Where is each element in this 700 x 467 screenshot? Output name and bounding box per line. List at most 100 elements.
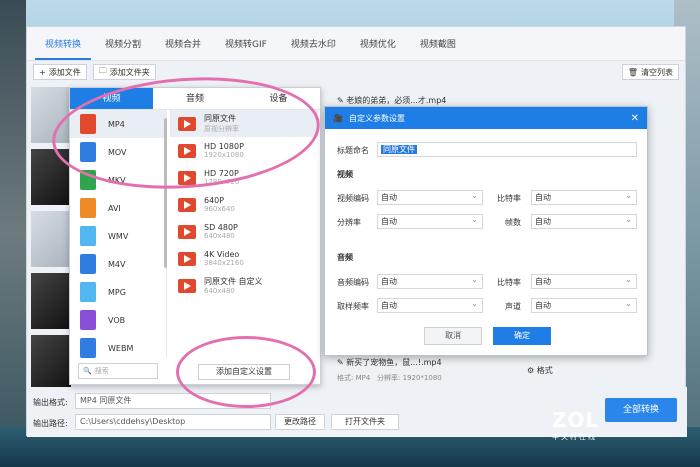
file-meta-2: 格式: MP4 分辨率: 1920*1080 <box>337 374 442 382</box>
plus-icon: + <box>39 67 46 77</box>
format-category-avi[interactable]: AVI <box>70 194 166 222</box>
output-format-label: 输出格式: <box>33 398 68 407</box>
edit-icon[interactable]: ✎ <box>337 96 346 105</box>
format-category-wmv[interactable]: WMV <box>70 222 166 250</box>
format-category-label: VOB <box>108 315 126 325</box>
name-label: 标题命名 <box>337 146 369 155</box>
clear-list-label: 清空列表 <box>641 67 673 77</box>
format-category-label: M4V <box>108 259 126 269</box>
format-category-vob[interactable]: VOB <box>70 306 166 334</box>
audio-codec-label: 音频编码 <box>337 278 369 287</box>
file-format-icon <box>80 198 96 218</box>
channel-label: 声道 <box>505 302 521 311</box>
clear-list-button[interactable]: 🗑 清空列表 <box>621 64 679 80</box>
add-file-button[interactable]: + 添加文件 <box>33 64 87 80</box>
video-codec-select[interactable]: 自动 <box>377 189 483 205</box>
format-settings-button[interactable]: ⚙ 格式 <box>527 365 553 376</box>
preset-item[interactable]: SD 480P 640x480 <box>170 218 318 245</box>
dialog-title: 自定义参数设置 <box>348 113 405 123</box>
preset-item[interactable]: 640P 960x640 <box>170 191 318 218</box>
video-file-icon <box>178 278 196 293</box>
file-format-icon <box>80 254 96 274</box>
audio-bitrate-select[interactable]: 自动 <box>531 273 637 289</box>
name-input[interactable]: 同原文件 <box>377 142 637 157</box>
custom-params-dialog: 🎥 自定义参数设置 ✕ 标题命名 同原文件 视频 视频编码 自动 比特率 自动 … <box>324 106 648 356</box>
format-category-m4v[interactable]: M4V <box>70 250 166 278</box>
preset-desc: 640x480 <box>204 287 235 295</box>
channel-select[interactable]: 自动 <box>531 297 637 313</box>
tab-video-optimize[interactable]: 视频优化 <box>350 37 406 60</box>
toolbar: + 添加文件 🗀 添加文件夹 🗑 清空列表 <box>27 61 685 83</box>
search-placeholder: 搜索 <box>94 367 109 375</box>
tab-video-split[interactable]: 视频分割 <box>95 37 151 60</box>
add-file-label: 添加文件 <box>48 67 81 77</box>
video-camera-icon: 🎥 <box>333 113 343 123</box>
search-icon: 🔍 <box>83 367 92 375</box>
convert-all-button[interactable]: 全部转换 <box>605 398 677 422</box>
preset-item[interactable]: 4K Video 3840x2160 <box>170 245 318 272</box>
sample-rate-select[interactable]: 自动 <box>377 297 483 313</box>
cancel-button[interactable]: 取消 <box>424 327 482 345</box>
sample-rate-label: 取样频率 <box>337 302 369 311</box>
video-file-icon <box>178 224 196 239</box>
open-folder-button[interactable]: 打开文件夹 <box>331 414 399 430</box>
add-folder-label: 添加文件夹 <box>109 67 150 77</box>
resolution-label: 分辨率 <box>337 218 361 227</box>
add-folder-button[interactable]: 🗀 添加文件夹 <box>92 64 156 80</box>
gear-icon: ⚙ <box>527 366 537 375</box>
watermark-brand: ZOL <box>552 408 600 432</box>
change-path-button[interactable]: 更改路径 <box>275 414 325 430</box>
edit-icon[interactable]: ✎ <box>337 358 346 367</box>
output-path-field[interactable]: C:\Users\cddehsy\Desktop <box>75 414 271 430</box>
watermark-sub: 中关村在线 <box>552 433 597 441</box>
preset-item[interactable]: 同原文件 自定义 640x480 <box>170 272 318 299</box>
tab-video-watermark[interactable]: 视频去水印 <box>281 37 346 60</box>
zol-watermark: ZOL 中关村在线 <box>552 408 599 442</box>
video-file-icon <box>178 197 196 212</box>
format-category-webm[interactable]: WEBM <box>70 334 166 358</box>
format-search-input[interactable]: 🔍 搜索 <box>78 363 158 379</box>
video-file-icon <box>178 251 196 266</box>
trash-icon: 🗑 <box>627 67 638 77</box>
file-name-1: ✎ 老娘的弟弟，必须...才.mp4 <box>337 96 447 105</box>
framerate-label: 帧数 <box>505 218 521 227</box>
preset-name: SD 480P <box>204 223 238 232</box>
audio-section-title: 音频 <box>337 253 353 262</box>
file-format-icon <box>80 338 96 358</box>
video-thumbnail[interactable] <box>31 211 71 267</box>
ok-button[interactable]: 确定 <box>493 327 551 345</box>
preset-desc: 960x640 <box>204 205 235 213</box>
output-path-label: 输出路径: <box>33 419 68 428</box>
close-icon[interactable]: ✕ <box>631 113 639 124</box>
format-category-label: WMV <box>108 231 129 241</box>
preset-name: 同原文件 自定义 <box>204 277 263 286</box>
highlight-circle <box>176 336 316 408</box>
resolution-select[interactable]: 自动 <box>377 213 483 229</box>
preset-desc: 640x480 <box>204 232 235 240</box>
preset-desc: 3840x2160 <box>204 259 244 267</box>
format-category-label: AVI <box>108 203 121 213</box>
format-category-mpg[interactable]: MPG <box>70 278 166 306</box>
preset-name: 640P <box>204 196 225 205</box>
audio-bitrate-label: 比特率 <box>497 278 521 287</box>
background-left <box>0 0 26 467</box>
video-thumbnail[interactable] <box>31 273 71 329</box>
file-format-icon <box>80 310 96 330</box>
tab-bar: 视频转换 视频分割 视频合并 视频转GIF 视频去水印 视频优化 视频截图 <box>27 27 685 61</box>
format-category-label: WEBM <box>108 343 134 353</box>
folder-icon: 🗀 <box>98 66 107 75</box>
dialog-header: 🎥 自定义参数设置 ✕ <box>325 107 647 129</box>
video-section-title: 视频 <box>337 170 353 179</box>
tab-video-convert[interactable]: 视频转换 <box>35 37 92 60</box>
format-category-label: MPG <box>108 287 126 297</box>
tab-video-gif[interactable]: 视频转GIF <box>215 37 277 60</box>
audio-codec-select[interactable]: 自动 <box>377 273 483 289</box>
video-thumbnail[interactable] <box>31 335 71 391</box>
preset-name: 4K Video <box>204 250 240 259</box>
tab-video-merge[interactable]: 视频合并 <box>155 37 211 60</box>
video-bitrate-select[interactable]: 自动 <box>531 189 637 205</box>
framerate-select[interactable]: 自动 <box>531 213 637 229</box>
file-format-icon <box>80 226 96 246</box>
file-format-icon <box>80 282 96 302</box>
tab-video-screenshot[interactable]: 视频截图 <box>410 37 466 60</box>
